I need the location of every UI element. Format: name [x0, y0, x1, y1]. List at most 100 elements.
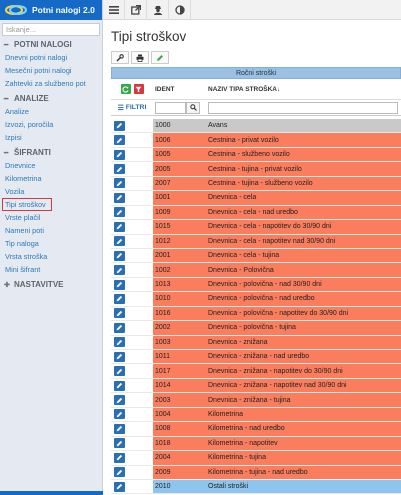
table-row[interactable]: 1005 Cestnina - službeno vozilo [111, 147, 401, 163]
sidebar-item[interactable]: Zahtevki za službeno pot [0, 77, 102, 90]
filter-ident-input[interactable] [155, 101, 186, 114]
table-row[interactable]: 2009 Kilometrina - tujina - nad uredbo [111, 465, 401, 480]
row-action-cell [111, 465, 153, 479]
table-row[interactable]: 1000 Avans [111, 119, 401, 134]
filter-search-button[interactable] [186, 101, 200, 114]
table-row[interactable]: 2010 Ostali stroški [111, 479, 401, 495]
row-edit-button[interactable] [114, 337, 125, 348]
table-row[interactable]: 2002 Dnevnica - polovična - tujina [111, 321, 401, 336]
list-toggle-button[interactable] [103, 0, 125, 20]
row-edit-button[interactable] [114, 395, 125, 406]
table-row[interactable]: 1001 Dnevnica - cela [111, 191, 401, 206]
sidebar-item[interactable]: Izvozi, poročila [0, 118, 102, 131]
table-row[interactable]: 1016 Dnevnica - polovična - napotitev do … [111, 306, 401, 322]
refresh-button[interactable] [120, 84, 131, 94]
table-column-header: IDENT NAZIV TIPA STROŠKA ↓ [111, 79, 401, 100]
row-action-cell [111, 321, 153, 335]
row-edit-button[interactable] [114, 452, 125, 463]
cell-naziv: Dnevnica - cela [206, 191, 401, 205]
row-edit-button[interactable] [114, 481, 125, 492]
sidebar-item[interactable]: Mesečni potni nalogi [0, 64, 102, 77]
row-edit-button[interactable] [114, 409, 125, 420]
pencil-icon [116, 296, 123, 302]
table-row[interactable]: 1014 Dnevnica - znižana - napotitev nad 3… [111, 378, 401, 394]
table-row[interactable]: 2007 Cestnina - tujina - službeno vozilo [111, 176, 401, 192]
sidebar-item[interactable]: Dnevnice [0, 159, 102, 172]
table-row[interactable]: 1011 Dnevnica - znižana - nad uredbo [111, 350, 401, 365]
table-row[interactable]: 1015 Dnevnica - cela - napotitev do 30/90… [111, 220, 401, 235]
sidebar-item[interactable]: Dnevni potni nalogi [0, 51, 102, 64]
row-edit-button[interactable] [114, 221, 125, 232]
row-edit-button[interactable] [114, 467, 125, 478]
table-row[interactable]: 1002 Dnevnica - Polovična [111, 263, 401, 278]
print-button[interactable] [131, 51, 149, 64]
external-link-button[interactable] [125, 0, 147, 20]
sidebar-section-header[interactable]: ━ ANALIZE [0, 92, 102, 105]
sidebar-item[interactable]: Vozila [0, 185, 102, 198]
sidebar-item[interactable]: Vrsta stroška [0, 250, 102, 263]
row-edit-button[interactable] [114, 279, 125, 290]
table-row[interactable]: 1008 Kilometrina - nad uredbo [111, 422, 401, 437]
sidebar-item[interactable]: Analize [0, 105, 102, 118]
edit-button[interactable] [151, 51, 169, 64]
table-row[interactable]: 1013 Dnevnica - polovična - nad 30/90 dni [111, 277, 401, 293]
table-row[interactable]: 2004 Kilometrina - tujina [111, 451, 401, 466]
table-row[interactable]: 1009 Dnevnica - cela - nad uredbo [111, 205, 401, 221]
row-edit-button[interactable] [114, 380, 125, 391]
row-edit-button[interactable] [114, 164, 125, 175]
sidebar-item[interactable]: Izpisi [0, 131, 102, 144]
row-edit-button[interactable] [114, 438, 125, 449]
row-action-cell [111, 248, 153, 263]
user-button[interactable] [147, 0, 169, 20]
sidebar-item[interactable]: Tip naloga [0, 237, 102, 250]
row-edit-button[interactable] [114, 192, 125, 203]
cell-ident: 1016 [153, 306, 206, 321]
sidebar-search-input[interactable]: Iskanje... [2, 23, 100, 36]
sidebar-section-header[interactable]: ━ POTNI NALOGI [0, 38, 102, 51]
table-row[interactable]: 1003 Dnevnica - znižana [111, 335, 401, 350]
pencil-icon [116, 123, 123, 129]
column-header-naziv[interactable]: NAZIV TIPA STROŠKA ↓ [206, 79, 401, 99]
app-brand[interactable]: Potni nalogi 2.0 [0, 0, 102, 20]
row-edit-button[interactable] [114, 366, 125, 377]
sidebar-item[interactable]: Nameni poti [0, 224, 102, 237]
row-edit-button[interactable] [114, 178, 125, 189]
row-edit-button[interactable] [114, 322, 125, 333]
row-edit-button[interactable] [114, 236, 125, 247]
table-row[interactable]: 1012 Dnevnica - cela - napotitev nad 30/9… [111, 234, 401, 249]
table-row[interactable]: 1004 Kilometrina [111, 407, 401, 423]
table-row[interactable]: 1006 Cestnina - privat vozilo [111, 133, 401, 148]
row-edit-button[interactable] [114, 120, 125, 131]
sidebar-section-label: NASTAVITVE [14, 280, 64, 289]
table-row[interactable]: 2001 Dnevnica - cela - tujina [111, 248, 401, 264]
filter-naziv-input[interactable] [208, 101, 398, 114]
sidebar-section-header[interactable]: ━ ŠIFRANTI [0, 146, 102, 159]
row-edit-button[interactable] [114, 250, 125, 261]
filters-button[interactable]: ☰ FILTRI [111, 104, 153, 112]
sidebar-item[interactable]: Vrste plačil [0, 211, 102, 224]
row-edit-button[interactable] [114, 423, 125, 434]
row-edit-button[interactable] [114, 308, 125, 319]
row-edit-button[interactable] [114, 135, 125, 146]
user-secret-icon [153, 6, 162, 15]
settings-button[interactable] [111, 51, 129, 64]
contrast-button[interactable] [169, 0, 191, 20]
column-header-ident[interactable]: IDENT [153, 79, 206, 99]
row-edit-button[interactable] [114, 293, 125, 304]
row-edit-button[interactable] [114, 207, 125, 218]
table-row[interactable]: 2003 Dnevnica - znižana - tujina [111, 393, 401, 408]
table-row[interactable]: 2005 Cestnina - tujina - privat vozilo [111, 162, 401, 177]
sidebar-item[interactable]: Kilometrina [0, 172, 102, 185]
pencil-icon [116, 426, 123, 432]
row-edit-button[interactable] [114, 149, 125, 160]
sidebar-item[interactable]: Tipi stroškov [2, 198, 52, 211]
table-row[interactable]: 1017 Dnevnica - znižana - napotitev do 30… [111, 364, 401, 379]
table-row[interactable]: 1018 Kilometrina - napotitev [111, 436, 401, 452]
row-edit-button[interactable] [114, 265, 125, 276]
sidebar-section-header[interactable]: ✚ NASTAVITVE [0, 278, 102, 291]
table-row[interactable]: 1010 Dnevnica - polovična - nad uredbo [111, 292, 401, 307]
pencil-icon [116, 151, 123, 158]
sidebar-item[interactable]: Mini šifrant [0, 263, 102, 276]
row-edit-button[interactable] [114, 351, 125, 362]
filter-toggle-button[interactable] [133, 84, 144, 94]
